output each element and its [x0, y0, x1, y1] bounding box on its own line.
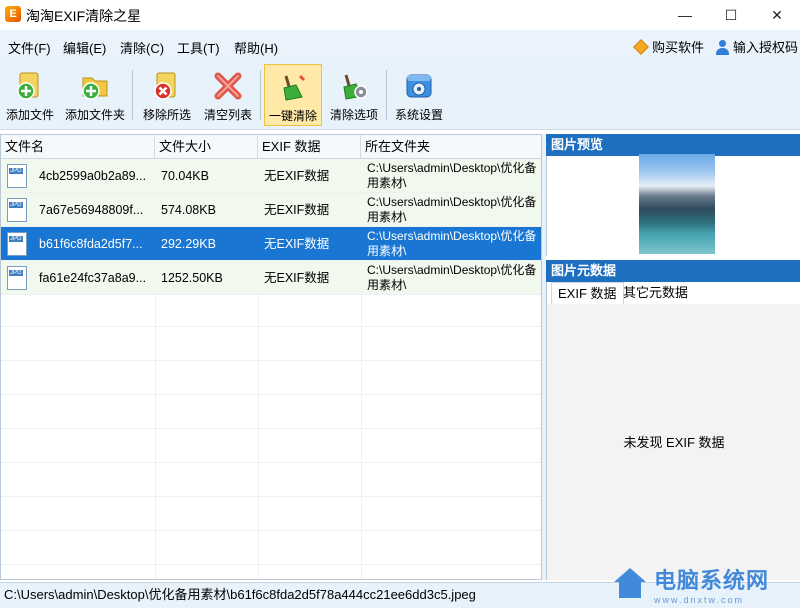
folder-path: C:\Users\admin\Desktop\优化备用素材\ — [367, 263, 537, 292]
system-settings-label: 系统设置 — [394, 108, 443, 122]
clear-list-icon — [212, 70, 244, 102]
clear-list-label: 清空列表 — [203, 108, 252, 122]
column-header-folder[interactable]: 所在文件夹 — [361, 135, 541, 159]
column-header-exif[interactable]: EXIF 数据 — [258, 135, 361, 159]
grid-line — [1, 496, 541, 497]
buy-software-label: 购买软件 — [652, 40, 705, 55]
enter-license-link[interactable]: 输入授权码 — [715, 37, 798, 56]
title-bar: E 淘淘EXIF清除之星 — ☐ ✕ — [0, 0, 800, 30]
diamond-icon — [633, 38, 649, 55]
menu-help[interactable]: 帮助(H) — [234, 38, 278, 57]
watermark-url: www.dnxtw.com — [654, 595, 745, 605]
one-click-clean-label: 一键清除 — [268, 109, 317, 123]
grid-line — [1, 326, 541, 327]
user-icon — [715, 39, 729, 55]
jpeg-file-icon — [7, 198, 27, 222]
add-folder-label: 添加文件夹 — [64, 108, 125, 122]
metadata-empty-message: 未发现 EXIF 数据 — [623, 435, 725, 450]
metadata-tabs: EXIF 数据 其它元数据 — [547, 282, 800, 304]
jpeg-file-icon — [7, 266, 27, 290]
exif-status: 无EXIF数据 — [264, 169, 330, 183]
jpeg-file-icon — [7, 232, 27, 256]
one-click-clean-button[interactable]: 一键清除 — [264, 64, 322, 126]
column-header-filename[interactable]: 文件名 — [1, 135, 155, 159]
close-button[interactable]: ✕ — [754, 0, 800, 30]
table-row[interactable]: 7a67e56948809f... 574.08KB 无EXIF数据 C:\Us… — [1, 193, 541, 227]
add-file-label: 添加文件 — [5, 108, 54, 122]
house-logo-icon — [612, 568, 648, 600]
menu-clean[interactable]: 清除(C) — [120, 38, 164, 57]
file-name: fa61e24fc37a8a9... — [39, 271, 147, 285]
table-row[interactable]: 4cb2599a0b2a89... 70.04KB 无EXIF数据 C:\Use… — [1, 159, 541, 193]
menu-file[interactable]: 文件(F) — [8, 38, 51, 57]
menu-bar: 文件(F) 编辑(E) 清除(C) 工具(T) 帮助(H) 购买软件 输入授权码 — [0, 30, 800, 60]
file-list[interactable]: 文件名 文件大小 EXIF 数据 所在文件夹 4cb2599a0b2a89...… — [0, 134, 542, 580]
tab-exif-data[interactable]: EXIF 数据 — [551, 282, 624, 304]
metadata-panel: 图片元数据 — [546, 260, 800, 282]
settings-icon — [403, 70, 435, 102]
file-size: 292.29KB — [161, 237, 216, 251]
window-title: 淘淘EXIF清除之星 — [26, 8, 142, 24]
toolbar-divider — [260, 70, 261, 120]
exif-status: 无EXIF数据 — [264, 271, 330, 285]
exif-status: 无EXIF数据 — [264, 203, 330, 217]
buy-software-link[interactable]: 购买软件 — [633, 37, 705, 56]
jpeg-file-icon — [7, 164, 27, 188]
file-name: 7a67e56948809f... — [39, 203, 144, 217]
clean-options-label: 清除选项 — [329, 108, 378, 122]
enter-license-label: 输入授权码 — [733, 40, 799, 55]
file-name: 4cb2599a0b2a89... — [39, 169, 147, 183]
table-row[interactable]: fa61e24fc37a8a9... 1252.50KB 无EXIF数据 C:\… — [1, 261, 541, 295]
grid-line — [1, 564, 541, 565]
grid-line — [1, 530, 541, 531]
metadata-area: EXIF 数据 其它元数据 未发现 EXIF 数据 — [546, 282, 800, 580]
remove-selected-label: 移除所选 — [142, 108, 191, 122]
add-folder-icon — [79, 70, 111, 102]
column-header-filesize[interactable]: 文件大小 — [155, 135, 258, 159]
grid-line — [1, 394, 541, 395]
site-watermark: 电脑系统网 www.dnxtw.com — [612, 560, 800, 608]
add-file-button[interactable]: 添加文件 — [2, 64, 58, 126]
file-name: b61f6c8fda2d5f7... — [39, 237, 143, 251]
metadata-title: 图片元数据 — [546, 260, 800, 282]
add-file-icon — [14, 70, 46, 102]
folder-path: C:\Users\admin\Desktop\优化备用素材\ — [367, 161, 537, 190]
folder-path: C:\Users\admin\Desktop\优化备用素材\ — [367, 195, 537, 224]
preview-title: 图片预览 — [546, 134, 800, 156]
broom-icon — [277, 71, 309, 103]
toolbar: 添加文件 添加文件夹 移除所选 清空列表 一键清除 清除选项 系统设置 — [0, 60, 800, 130]
exif-status: 无EXIF数据 — [264, 237, 330, 251]
menu-edit[interactable]: 编辑(E) — [63, 38, 106, 57]
file-size: 574.08KB — [161, 203, 216, 217]
file-size: 70.04KB — [161, 169, 209, 183]
minimize-button[interactable]: — — [662, 0, 708, 30]
menu-tools[interactable]: 工具(T) — [177, 38, 220, 57]
file-list-header: 文件名 文件大小 EXIF 数据 所在文件夹 — [1, 135, 541, 159]
remove-selected-button[interactable]: 移除所选 — [140, 64, 194, 126]
grid-line — [1, 360, 541, 361]
file-size: 1252.50KB — [161, 271, 223, 285]
grid-line — [1, 428, 541, 429]
table-row-selected[interactable]: b61f6c8fda2d5f7... 292.29KB 无EXIF数据 C:\U… — [1, 227, 541, 261]
maximize-button[interactable]: ☐ — [708, 0, 754, 30]
clean-options-button[interactable]: 清除选项 — [326, 64, 382, 126]
clear-list-button[interactable]: 清空列表 — [200, 64, 256, 126]
preview-area — [546, 154, 800, 256]
preview-panel: 图片预览 — [546, 134, 800, 156]
watermark-title: 电脑系统网 — [654, 569, 770, 594]
app-logo-icon: E — [5, 6, 21, 22]
add-folder-button[interactable]: 添加文件夹 — [62, 64, 128, 126]
toolbar-divider — [386, 70, 387, 120]
toolbar-divider — [132, 70, 133, 120]
remove-selected-icon — [151, 70, 183, 102]
system-settings-button[interactable]: 系统设置 — [390, 64, 448, 126]
grid-line — [1, 462, 541, 463]
status-file-path: C:\Users\admin\Desktop\优化备用素材\b61f6c8fda… — [4, 587, 476, 602]
clean-options-icon — [338, 70, 370, 102]
tab-other-metadata[interactable]: 其它元数据 — [617, 282, 694, 304]
preview-image — [639, 154, 715, 254]
folder-path: C:\Users\admin\Desktop\优化备用素材\ — [367, 229, 537, 258]
